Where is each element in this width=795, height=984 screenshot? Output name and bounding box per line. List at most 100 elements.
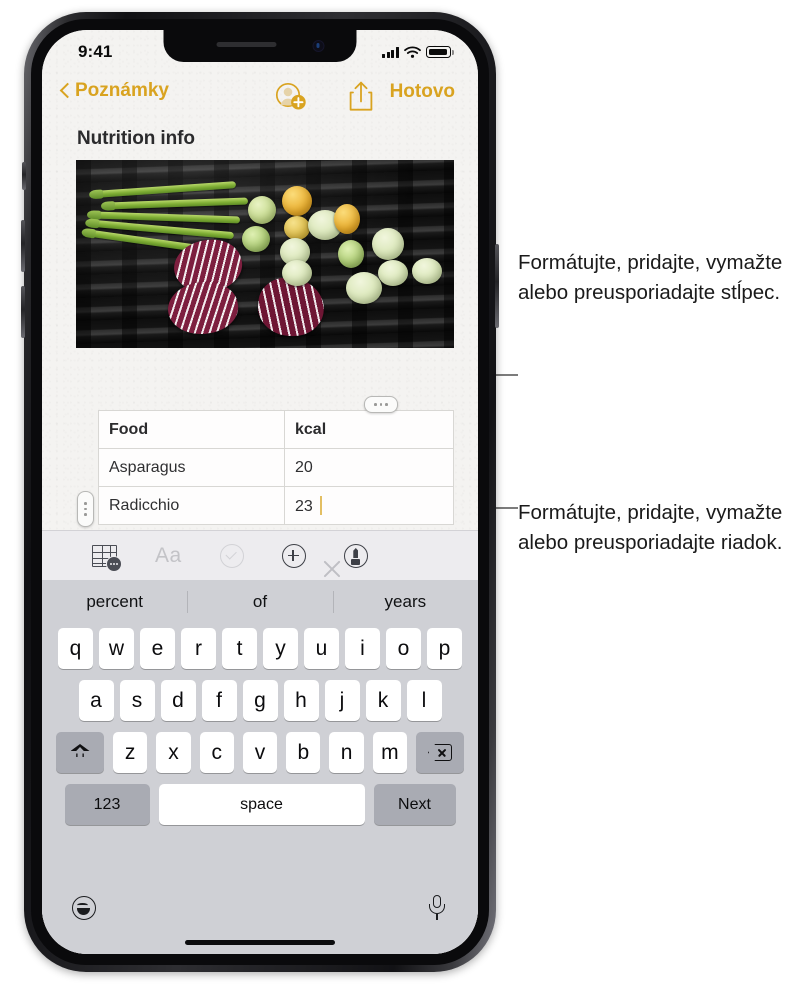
status-indicators bbox=[382, 44, 454, 58]
table-cell[interactable]: 20 bbox=[284, 448, 454, 487]
tomatillo bbox=[248, 196, 276, 224]
space-key[interactable]: space bbox=[158, 784, 365, 825]
earpiece-speaker bbox=[216, 42, 276, 47]
emoji-icon[interactable] bbox=[72, 896, 96, 920]
shift-icon bbox=[71, 743, 90, 762]
back-button-label: Poznámky bbox=[75, 80, 169, 101]
key-z[interactable]: z bbox=[113, 732, 148, 773]
phone-screen: Food kcal Asparagus 20 Radicchio 23 Nutr… bbox=[42, 30, 478, 954]
checklist-icon[interactable] bbox=[219, 544, 244, 568]
add-person-icon bbox=[275, 82, 306, 110]
mute-switch[interactable] bbox=[22, 162, 26, 190]
suggestion-item[interactable]: years bbox=[333, 592, 478, 612]
volume-up-button[interactable] bbox=[21, 220, 25, 272]
key-q[interactable]: q bbox=[58, 628, 93, 669]
table-cell-value: 23 bbox=[295, 497, 313, 515]
squash-round bbox=[372, 228, 404, 260]
notch bbox=[163, 30, 357, 62]
microphone-icon[interactable] bbox=[428, 895, 446, 921]
nav-action-group bbox=[274, 80, 374, 117]
key-s[interactable]: s bbox=[119, 680, 155, 721]
key-n[interactable]: n bbox=[329, 732, 364, 773]
onion-yellow bbox=[334, 204, 360, 234]
cellular-bars-icon bbox=[382, 47, 399, 58]
text-format-icon[interactable]: Aa bbox=[155, 544, 182, 568]
navigation-bar: Poznámky Hotovo bbox=[42, 74, 478, 120]
wifi-icon bbox=[404, 46, 421, 58]
table-cell-editing[interactable]: 23 bbox=[284, 486, 454, 525]
format-toolbar: Aa bbox=[42, 530, 478, 581]
predictive-suggestion-bar: percent of years bbox=[42, 580, 478, 623]
handle-dot bbox=[84, 513, 87, 516]
close-icon[interactable] bbox=[321, 558, 343, 580]
squash-round bbox=[378, 260, 408, 286]
suggestion-item[interactable]: of bbox=[187, 592, 332, 612]
key-v[interactable]: v bbox=[242, 732, 278, 773]
note-editor: Food kcal Asparagus 20 Radicchio 23 Nutr… bbox=[42, 30, 478, 954]
markup-pen-icon[interactable] bbox=[343, 544, 368, 568]
key-f[interactable]: f bbox=[201, 680, 237, 721]
key-w[interactable]: w bbox=[99, 628, 134, 669]
suggestion-item[interactable]: percent bbox=[42, 592, 187, 612]
share-button[interactable] bbox=[348, 80, 374, 117]
battery-icon bbox=[426, 46, 454, 58]
key-b[interactable]: b bbox=[286, 732, 321, 773]
key-y[interactable]: y bbox=[263, 628, 298, 669]
table-options-icon[interactable] bbox=[92, 545, 122, 572]
table-cell[interactable]: Radicchio bbox=[98, 486, 285, 525]
keyboard-row-2: a s d f g h j k l bbox=[42, 680, 478, 721]
phone-bezel: Food kcal Asparagus 20 Radicchio 23 Nutr… bbox=[31, 19, 489, 965]
table-row: Food kcal bbox=[98, 410, 454, 449]
handle-dot bbox=[84, 502, 87, 505]
key-m[interactable]: m bbox=[372, 732, 407, 773]
squash-round bbox=[412, 258, 442, 284]
key-j[interactable]: j bbox=[324, 680, 360, 721]
row-handle[interactable] bbox=[77, 491, 94, 527]
table-cell[interactable]: Asparagus bbox=[98, 448, 285, 487]
keyboard-bottom-bar bbox=[42, 892, 478, 954]
table-header-cell[interactable]: kcal bbox=[284, 410, 454, 449]
key-c[interactable]: c bbox=[199, 732, 234, 773]
power-button[interactable] bbox=[495, 244, 499, 328]
key-l[interactable]: l bbox=[406, 680, 442, 721]
share-icon bbox=[349, 81, 373, 111]
delete-key[interactable] bbox=[415, 732, 464, 773]
key-x[interactable]: x bbox=[156, 732, 191, 773]
key-e[interactable]: e bbox=[140, 628, 175, 669]
volume-down-button[interactable] bbox=[21, 286, 25, 338]
software-keyboard: percent of years q w e r t y u i o p a s… bbox=[42, 580, 478, 954]
numbers-key[interactable]: 123 bbox=[64, 784, 150, 825]
key-i[interactable]: i bbox=[345, 628, 380, 669]
key-o[interactable]: o bbox=[386, 628, 421, 669]
key-u[interactable]: u bbox=[304, 628, 339, 669]
handle-dot bbox=[379, 403, 383, 406]
key-a[interactable]: a bbox=[78, 680, 114, 721]
page-title: Nutrition info bbox=[77, 128, 195, 149]
nutrition-table[interactable]: Food kcal Asparagus 20 Radicchio 23 bbox=[98, 410, 454, 525]
note-photo[interactable] bbox=[76, 160, 454, 348]
key-p[interactable]: p bbox=[427, 628, 462, 669]
iphone-frame: Food kcal Asparagus 20 Radicchio 23 Nutr… bbox=[21, 12, 499, 972]
key-r[interactable]: r bbox=[181, 628, 216, 669]
column-handle[interactable] bbox=[364, 396, 398, 413]
key-h[interactable]: h bbox=[283, 680, 319, 721]
key-g[interactable]: g bbox=[242, 680, 278, 721]
add-person-button[interactable] bbox=[274, 81, 308, 116]
shift-key[interactable] bbox=[56, 732, 105, 773]
table-row: Asparagus 20 bbox=[98, 448, 454, 487]
delete-backward-icon bbox=[427, 744, 452, 761]
table-header-cell[interactable]: Food bbox=[98, 410, 285, 449]
done-button[interactable]: Hotovo bbox=[390, 81, 455, 103]
screenshot-root: Formátujte, pridajte, vymažte alebo preu… bbox=[0, 0, 795, 984]
table-row: Radicchio 23 bbox=[98, 486, 454, 525]
next-key[interactable]: Next bbox=[373, 784, 456, 825]
add-attachment-icon[interactable] bbox=[281, 544, 306, 568]
key-t[interactable]: t bbox=[222, 628, 257, 669]
handle-dot bbox=[374, 403, 377, 406]
home-indicator[interactable] bbox=[185, 940, 335, 945]
back-button[interactable]: Poznámky bbox=[60, 80, 169, 102]
row-callout-text: Formátujte, pridajte, vymažte alebo preu… bbox=[518, 501, 783, 554]
handle-dot bbox=[84, 507, 87, 511]
key-d[interactable]: d bbox=[160, 680, 196, 721]
key-k[interactable]: k bbox=[365, 680, 401, 721]
